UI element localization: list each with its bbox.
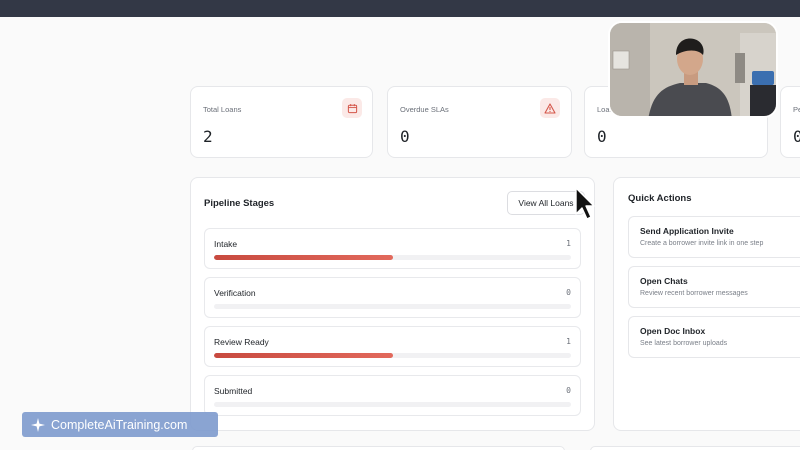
stat-value: 2: [203, 127, 213, 146]
stat-value: 0: [793, 127, 800, 146]
warning-icon: [540, 98, 560, 118]
stage-row-verification[interactable]: Verification 0: [204, 277, 581, 318]
stat-card-overdue-slas: Overdue SLAs 0: [387, 86, 572, 158]
stage-name: Intake: [214, 239, 238, 249]
watermark-banner: CompleteAiTraining.com: [22, 412, 218, 437]
stage-row-submitted[interactable]: Submitted 0: [204, 375, 581, 416]
stage-row-review-ready[interactable]: Review Ready 1: [204, 326, 581, 367]
webcam-overlay: [608, 21, 778, 118]
stage-count: 1: [566, 239, 571, 248]
open-chats-action[interactable]: Open Chats Review recent borrower messag…: [628, 266, 800, 308]
action-title: Send Application Invite: [640, 226, 734, 236]
webcam-video-icon: [610, 23, 776, 116]
panel-title: Quick Actions: [628, 193, 692, 204]
stage-count: 0: [566, 386, 571, 395]
progress-track: [214, 353, 571, 358]
panel-title: Pipeline Stages: [204, 198, 275, 209]
progress-fill: [214, 353, 393, 358]
watermark-text: CompleteAiTraining.com: [51, 417, 188, 432]
stage-name: Verification: [214, 288, 256, 298]
progress-fill: [214, 255, 393, 260]
stage-count: 1: [566, 337, 571, 346]
stat-label: Pe: [793, 105, 800, 114]
stat-value: 0: [400, 127, 410, 146]
bottom-card-right: [590, 446, 800, 450]
stage-count: 0: [566, 288, 571, 297]
action-description: Create a borrower invite link in one ste…: [640, 240, 764, 247]
mouse-cursor-icon: [575, 187, 595, 220]
action-title: Open Chats: [640, 276, 688, 286]
stage-name: Submitted: [214, 386, 253, 396]
stage-row-intake[interactable]: Intake 1: [204, 228, 581, 269]
progress-track: [214, 304, 571, 309]
open-doc-inbox-action[interactable]: Open Doc Inbox See latest borrower uploa…: [628, 316, 800, 358]
action-title: Open Doc Inbox: [640, 326, 706, 336]
quick-actions-panel: Quick Actions Send Application Invite Cr…: [613, 177, 800, 431]
stage-name: Review Ready: [214, 337, 269, 347]
send-application-invite-action[interactable]: Send Application Invite Create a borrowe…: [628, 216, 800, 258]
sparkle-logo-icon: [31, 417, 45, 432]
progress-track: [214, 402, 571, 407]
bottom-card-left: [192, 446, 565, 450]
calendar-icon: [342, 98, 362, 118]
top-bar: [0, 0, 800, 17]
stat-card-total-loans: Total Loans 2: [190, 86, 373, 158]
action-description: Review recent borrower messages: [640, 290, 748, 297]
pipeline-stages-panel: Pipeline Stages View All Loans Intake 1 …: [190, 177, 595, 431]
progress-track: [214, 255, 571, 260]
stat-label: Total Loans: [203, 105, 242, 114]
stat-card-pending: Pe 0: [780, 86, 800, 158]
stat-label: Overdue SLAs: [400, 105, 449, 114]
action-description: See latest borrower uploads: [640, 340, 728, 347]
stat-value: 0: [597, 127, 607, 146]
